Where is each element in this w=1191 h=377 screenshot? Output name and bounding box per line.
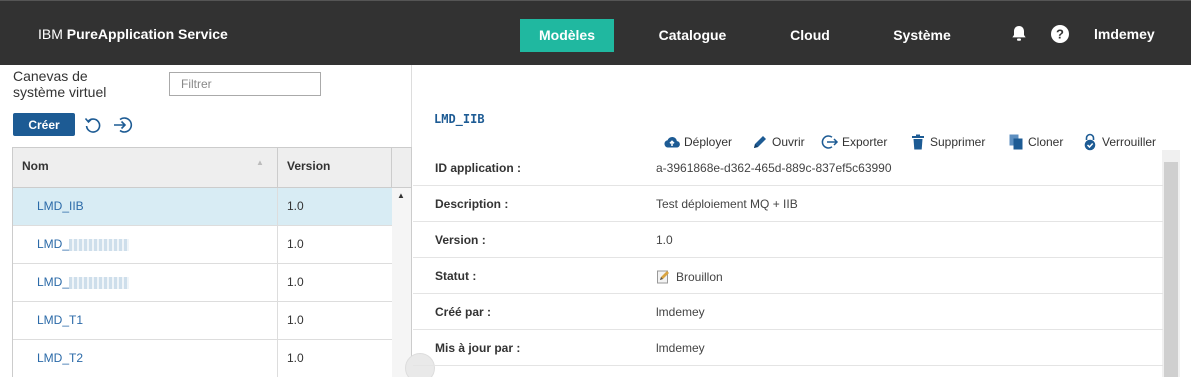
grid-scrollbar[interactable]: ▲: [392, 188, 411, 377]
deploy-label: Déployer: [684, 135, 733, 149]
property-row: Statut : Brouillon: [413, 258, 1163, 294]
property-label: ID application :: [435, 161, 522, 175]
user-menu[interactable]: lmdemey: [1094, 26, 1155, 42]
table-row[interactable]: LMD_T1 1.0: [13, 302, 392, 340]
property-value: lmdemey: [656, 305, 705, 319]
cloud-upload-icon: [664, 136, 680, 148]
top-bar: IBM PureApplication Service Modèles Cata…: [0, 0, 1191, 65]
clone-label: Cloner: [1028, 135, 1064, 149]
row-name[interactable]: LMD_IIB: [13, 188, 278, 226]
detail-scrollbar-thumb[interactable]: [1164, 162, 1178, 377]
refresh-icon[interactable]: [83, 115, 103, 135]
property-row: Version : 1.0: [413, 222, 1163, 258]
filter-input[interactable]: [169, 72, 321, 96]
trash-icon: [912, 134, 924, 150]
row-name[interactable]: LMD_T2: [13, 340, 278, 377]
lock-label: Verrouiller: [1102, 135, 1157, 149]
open-button[interactable]: Ouvrir: [751, 132, 805, 152]
row-name-cell[interactable]: LMD_: [13, 264, 278, 302]
column-header-name[interactable]: Nom: [13, 148, 278, 188]
export-button[interactable]: Exporter: [821, 132, 887, 152]
property-value: a-3961868e-d362-465d-889c-837ef5c63990: [656, 161, 892, 175]
row-version: 1.0: [287, 199, 304, 213]
export-icon: [821, 135, 839, 149]
row-version: 1.0: [287, 313, 304, 327]
pencil-icon: [754, 136, 766, 148]
row-name-cell[interactable]: LMD_: [13, 226, 278, 264]
detail-title: LMD_IIB: [434, 112, 485, 126]
property-row: Créé par : lmdemey: [413, 294, 1163, 330]
sort-icon: ▲: [256, 158, 264, 167]
property-value: Test déploiement MQ + IIB: [656, 197, 798, 211]
property-row: Mis à jour par : lmdemey: [413, 330, 1163, 366]
delete-button[interactable]: Supprimer: [909, 132, 985, 152]
property-label: Version :: [435, 233, 486, 247]
clone-icon: [1009, 134, 1023, 150]
redacted-text: [69, 276, 130, 289]
property-label: Description :: [435, 197, 509, 211]
help-icon[interactable]: ?: [1050, 24, 1070, 44]
create-button[interactable]: Créer: [13, 113, 75, 136]
nav-modeles[interactable]: Modèles: [520, 19, 614, 52]
property-row: ID application : a-3961868e-d362-465d-88…: [413, 150, 1163, 186]
grid-header: Nom ▲ Version: [13, 148, 411, 188]
lock-check-icon: [1084, 133, 1096, 151]
open-label: Ouvrir: [772, 135, 805, 149]
export-label: Exporter: [842, 135, 888, 149]
import-icon[interactable]: [113, 115, 133, 135]
deploy-button[interactable]: Déployer: [663, 132, 732, 152]
detail-panel: LMD_IIB Déployer Ouvrir Exporter Supprim…: [405, 65, 1191, 377]
property-value: 1.0: [656, 233, 673, 247]
nav-catalogue[interactable]: Catalogue: [645, 19, 740, 52]
property-value-status: Brouillon: [656, 269, 723, 285]
redacted-text: [69, 238, 130, 251]
row-name[interactable]: LMD_T1: [13, 302, 278, 340]
draft-icon: [657, 270, 669, 284]
nav-cloud[interactable]: Cloud: [778, 19, 842, 52]
table-row[interactable]: LMD_T2 1.0: [13, 340, 392, 377]
property-label: Créé par :: [435, 305, 492, 319]
panel-title: Canevas de système virtuel: [13, 68, 107, 100]
template-list-panel: Canevas de système virtuel Créer Nom ▲ V…: [0, 65, 412, 377]
table-row[interactable]: LMD_ 1.0: [13, 226, 392, 264]
svg-text:?: ?: [1056, 27, 1064, 42]
row-name: LMD_: [37, 237, 70, 251]
property-label: Mis à jour par :: [435, 341, 521, 355]
brand[interactable]: IBM PureApplication Service: [38, 26, 228, 42]
template-grid: Nom ▲ Version LMD_IIB 1.0 LMD_ 1.0 LMD_ …: [12, 147, 412, 377]
table-row[interactable]: LMD_IIB 1.0: [13, 188, 392, 226]
table-row[interactable]: LMD_ 1.0: [13, 264, 392, 302]
scroll-up-icon[interactable]: ▲: [397, 191, 405, 200]
brand-prefix: IBM: [38, 26, 67, 42]
nav-systeme[interactable]: Système: [881, 19, 963, 52]
row-name: LMD_: [37, 275, 70, 289]
status-text: Brouillon: [676, 270, 723, 284]
row-version: 1.0: [287, 237, 304, 251]
delete-label: Supprimer: [930, 135, 986, 149]
row-version: 1.0: [287, 275, 304, 289]
brand-name: PureApplication Service: [66, 26, 228, 42]
property-row: Description : Test déploiement MQ + IIB: [413, 186, 1163, 222]
lock-button[interactable]: Verrouiller: [1081, 132, 1156, 152]
bell-icon[interactable]: [1009, 24, 1029, 44]
property-label: Statut :: [435, 269, 477, 283]
property-value: lmdemey: [656, 341, 705, 355]
row-version: 1.0: [287, 351, 304, 365]
clone-button[interactable]: Cloner: [1007, 132, 1063, 152]
column-header-version[interactable]: Version: [278, 148, 392, 188]
